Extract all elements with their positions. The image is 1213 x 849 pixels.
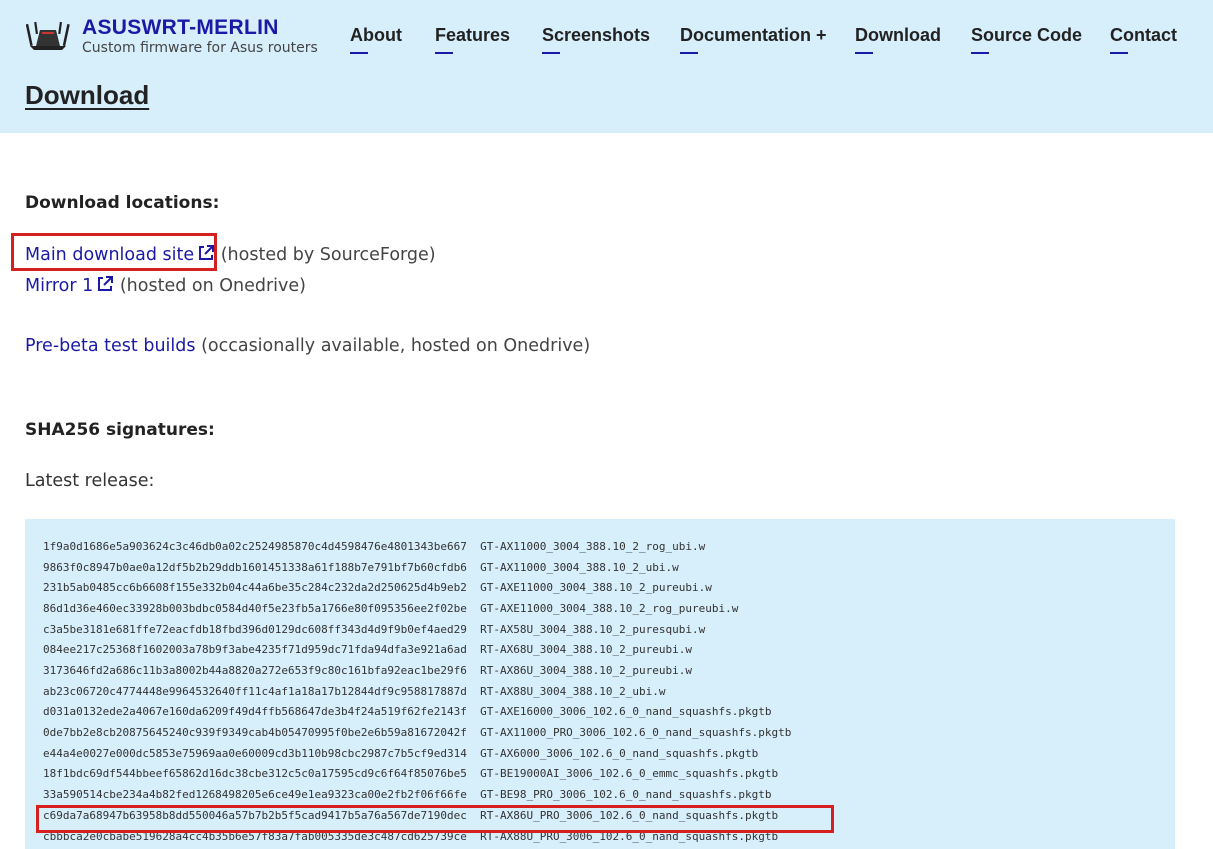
sha-hash: d031a0132ede2a4067e160da6209f49d4ffb5686…: [43, 705, 467, 718]
sha-filename: GT-BE98_PRO_3006_102.6_0_nand_squashfs.p…: [480, 788, 772, 801]
sha-row: d031a0132ede2a4067e160da6209f49d4ffb5686…: [43, 705, 772, 718]
nav-underline: [435, 52, 453, 54]
sha-row: 231b5ab0485cc6b6608f155e332b04c44a6be35c…: [43, 581, 712, 594]
sha-hash: 1f9a0d1686e5a903624c3c46db0a02c252498587…: [43, 540, 467, 553]
sha-hash: 86d1d36e460ec33928b003bdbc0584d40f5e23fb…: [43, 602, 467, 615]
mirror-1-link-label: Mirror 1: [25, 276, 94, 296]
nav-features[interactable]: Features: [435, 25, 510, 54]
prebeta-line: Pre-beta test builds (occasionally avail…: [25, 336, 590, 356]
nav-contact[interactable]: Contact: [1110, 25, 1177, 54]
sha-hash: 18f1bdc69df544bbeef65862d16dc38cbe312c5c…: [43, 767, 467, 780]
nav-underline: [350, 52, 368, 54]
nav-screenshots[interactable]: Screenshots: [542, 25, 650, 54]
sha-filename: GT-AX11000_3004_388.10_2_rog_ubi.w: [480, 540, 706, 553]
sha-filename: RT-AX68U_3004_388.10_2_pureubi.w: [480, 643, 693, 656]
nav-source-code[interactable]: Source Code: [971, 25, 1082, 54]
prebeta-link[interactable]: Pre-beta test builds: [25, 336, 195, 356]
mirror-1-link[interactable]: Mirror 1: [25, 276, 114, 296]
sha-row: 86d1d36e460ec33928b003bdbc0584d40f5e23fb…: [43, 602, 738, 615]
latest-release-label: Latest release:: [25, 471, 155, 491]
nav-source-code-label: Source Code: [971, 25, 1083, 45]
sha-filename: RT-AX88U_3004_388.10_2_ubi.w: [480, 685, 666, 698]
sha-filename: GT-AXE11000_3004_388.10_2_rog_pureubi.w: [480, 602, 739, 615]
sha-filename: GT-AX11000_3004_388.10_2_ubi.w: [480, 561, 679, 574]
sha-hash: c3a5be3181e681ffe72eacfdb18fbd396d0129dc…: [43, 623, 467, 636]
sha-row: 1f9a0d1686e5a903624c3c46db0a02c252498587…: [43, 540, 705, 553]
nav-underline: [855, 52, 873, 54]
nav-about[interactable]: About: [350, 25, 402, 54]
router-icon[interactable]: [26, 20, 70, 52]
nav-underline: [971, 52, 989, 54]
brand[interactable]: ASUSWRT-MERLIN Custom firmware for Asus …: [82, 17, 318, 57]
sha-hash: ab23c06720c4774448e9964532640ff11c4af1a1…: [43, 685, 467, 698]
sha-filename: GT-AX6000_3006_102.6_0_nand_squashfs.pkg…: [480, 747, 759, 760]
sha256-heading: SHA256 signatures:: [25, 420, 215, 440]
mirror-line: Mirror 1 (hosted on Onedrive): [25, 275, 306, 296]
sha-row: 084ee217c25368f1602003a78b9f3abe4235f71d…: [43, 643, 692, 656]
nav-underline: [680, 52, 698, 54]
sha-row: ab23c06720c4774448e9964532640ff11c4af1a1…: [43, 685, 666, 698]
site-header: ASUSWRT-MERLIN Custom firmware for Asus …: [0, 0, 1213, 133]
highlight-box: [36, 805, 834, 833]
sha-row: 0de7bb2e8cb20875645240c939f9349cab4b0547…: [43, 726, 791, 739]
sha-row: 3173646fd2a686c11b3a8002b44a8820a272e653…: [43, 664, 692, 677]
nav-underline: [1110, 52, 1128, 54]
sha-hash: 3173646fd2a686c11b3a8002b44a8820a272e653…: [43, 664, 467, 677]
brand-subtitle: Custom firmware for Asus routers: [82, 40, 318, 56]
page-title: Download: [25, 80, 150, 110]
sha-filename: GT-AXE11000_3004_388.10_2_pureubi.w: [480, 581, 712, 594]
nav-contact-label: Contact: [1110, 25, 1177, 45]
highlight-box: [11, 233, 217, 271]
sha-filename: GT-BE19000AI_3006_102.6_0_emmc_squashfs.…: [480, 767, 779, 780]
sha-filename: RT-AX58U_3004_388.10_2_puresqubi.w: [480, 623, 706, 636]
sha-hash: 084ee217c25368f1602003a78b9f3abe4235f71d…: [43, 643, 467, 656]
nav-about-label: About: [350, 25, 402, 45]
sha-hash: 0de7bb2e8cb20875645240c939f9349cab4b0547…: [43, 726, 467, 739]
nav-download-label: Download: [855, 25, 941, 45]
nav-features-label: Features: [435, 25, 511, 45]
sha-filename: GT-AX11000_PRO_3006_102.6_0_nand_squashf…: [480, 726, 792, 739]
nav-download[interactable]: Download: [855, 25, 941, 54]
nav-documentation[interactable]: Documentation +: [680, 25, 827, 54]
sha-hash: 33a590514cbe234a4b82fed1268498205e6ce49e…: [43, 788, 467, 801]
nav-documentation-label: Documentation +: [680, 25, 827, 45]
prebeta-note: (occasionally available, hosted on Onedr…: [201, 336, 591, 356]
sha-row: 18f1bdc69df544bbeef65862d16dc38cbe312c5c…: [43, 767, 778, 780]
brand-title[interactable]: ASUSWRT-MERLIN: [82, 17, 318, 39]
sha256-code-block: 1f9a0d1686e5a903624c3c46db0a02c252498587…: [25, 519, 1175, 849]
nav-underline: [542, 52, 560, 54]
external-link-icon: [98, 276, 114, 291]
sha-row: c3a5be3181e681ffe72eacfdb18fbd396d0129dc…: [43, 623, 705, 636]
sha-hash: e44a4e0027e000dc5853e75969aa0e60009cd3b1…: [43, 747, 467, 760]
download-locations-heading: Download locations:: [25, 193, 220, 213]
nav-screenshots-label: Screenshots: [542, 25, 651, 45]
sha-row: e44a4e0027e000dc5853e75969aa0e60009cd3b1…: [43, 747, 758, 760]
sha-hash: 9863f0c8947b0ae0a12df5b2b29ddb1601451338…: [43, 561, 467, 574]
sha-row: 33a590514cbe234a4b82fed1268498205e6ce49e…: [43, 788, 772, 801]
sha-filename: GT-AXE16000_3006_102.6_0_nand_squashfs.p…: [480, 705, 772, 718]
sha-hash: 231b5ab0485cc6b6608f155e332b04c44a6be35c…: [43, 581, 467, 594]
main-download-note: (hosted by SourceForge): [220, 245, 436, 265]
sha-row: 9863f0c8947b0ae0a12df5b2b29ddb1601451338…: [43, 561, 679, 574]
sha-filename: RT-AX86U_3004_388.10_2_pureubi.w: [480, 664, 693, 677]
mirror-1-note: (hosted on Onedrive): [119, 276, 306, 296]
